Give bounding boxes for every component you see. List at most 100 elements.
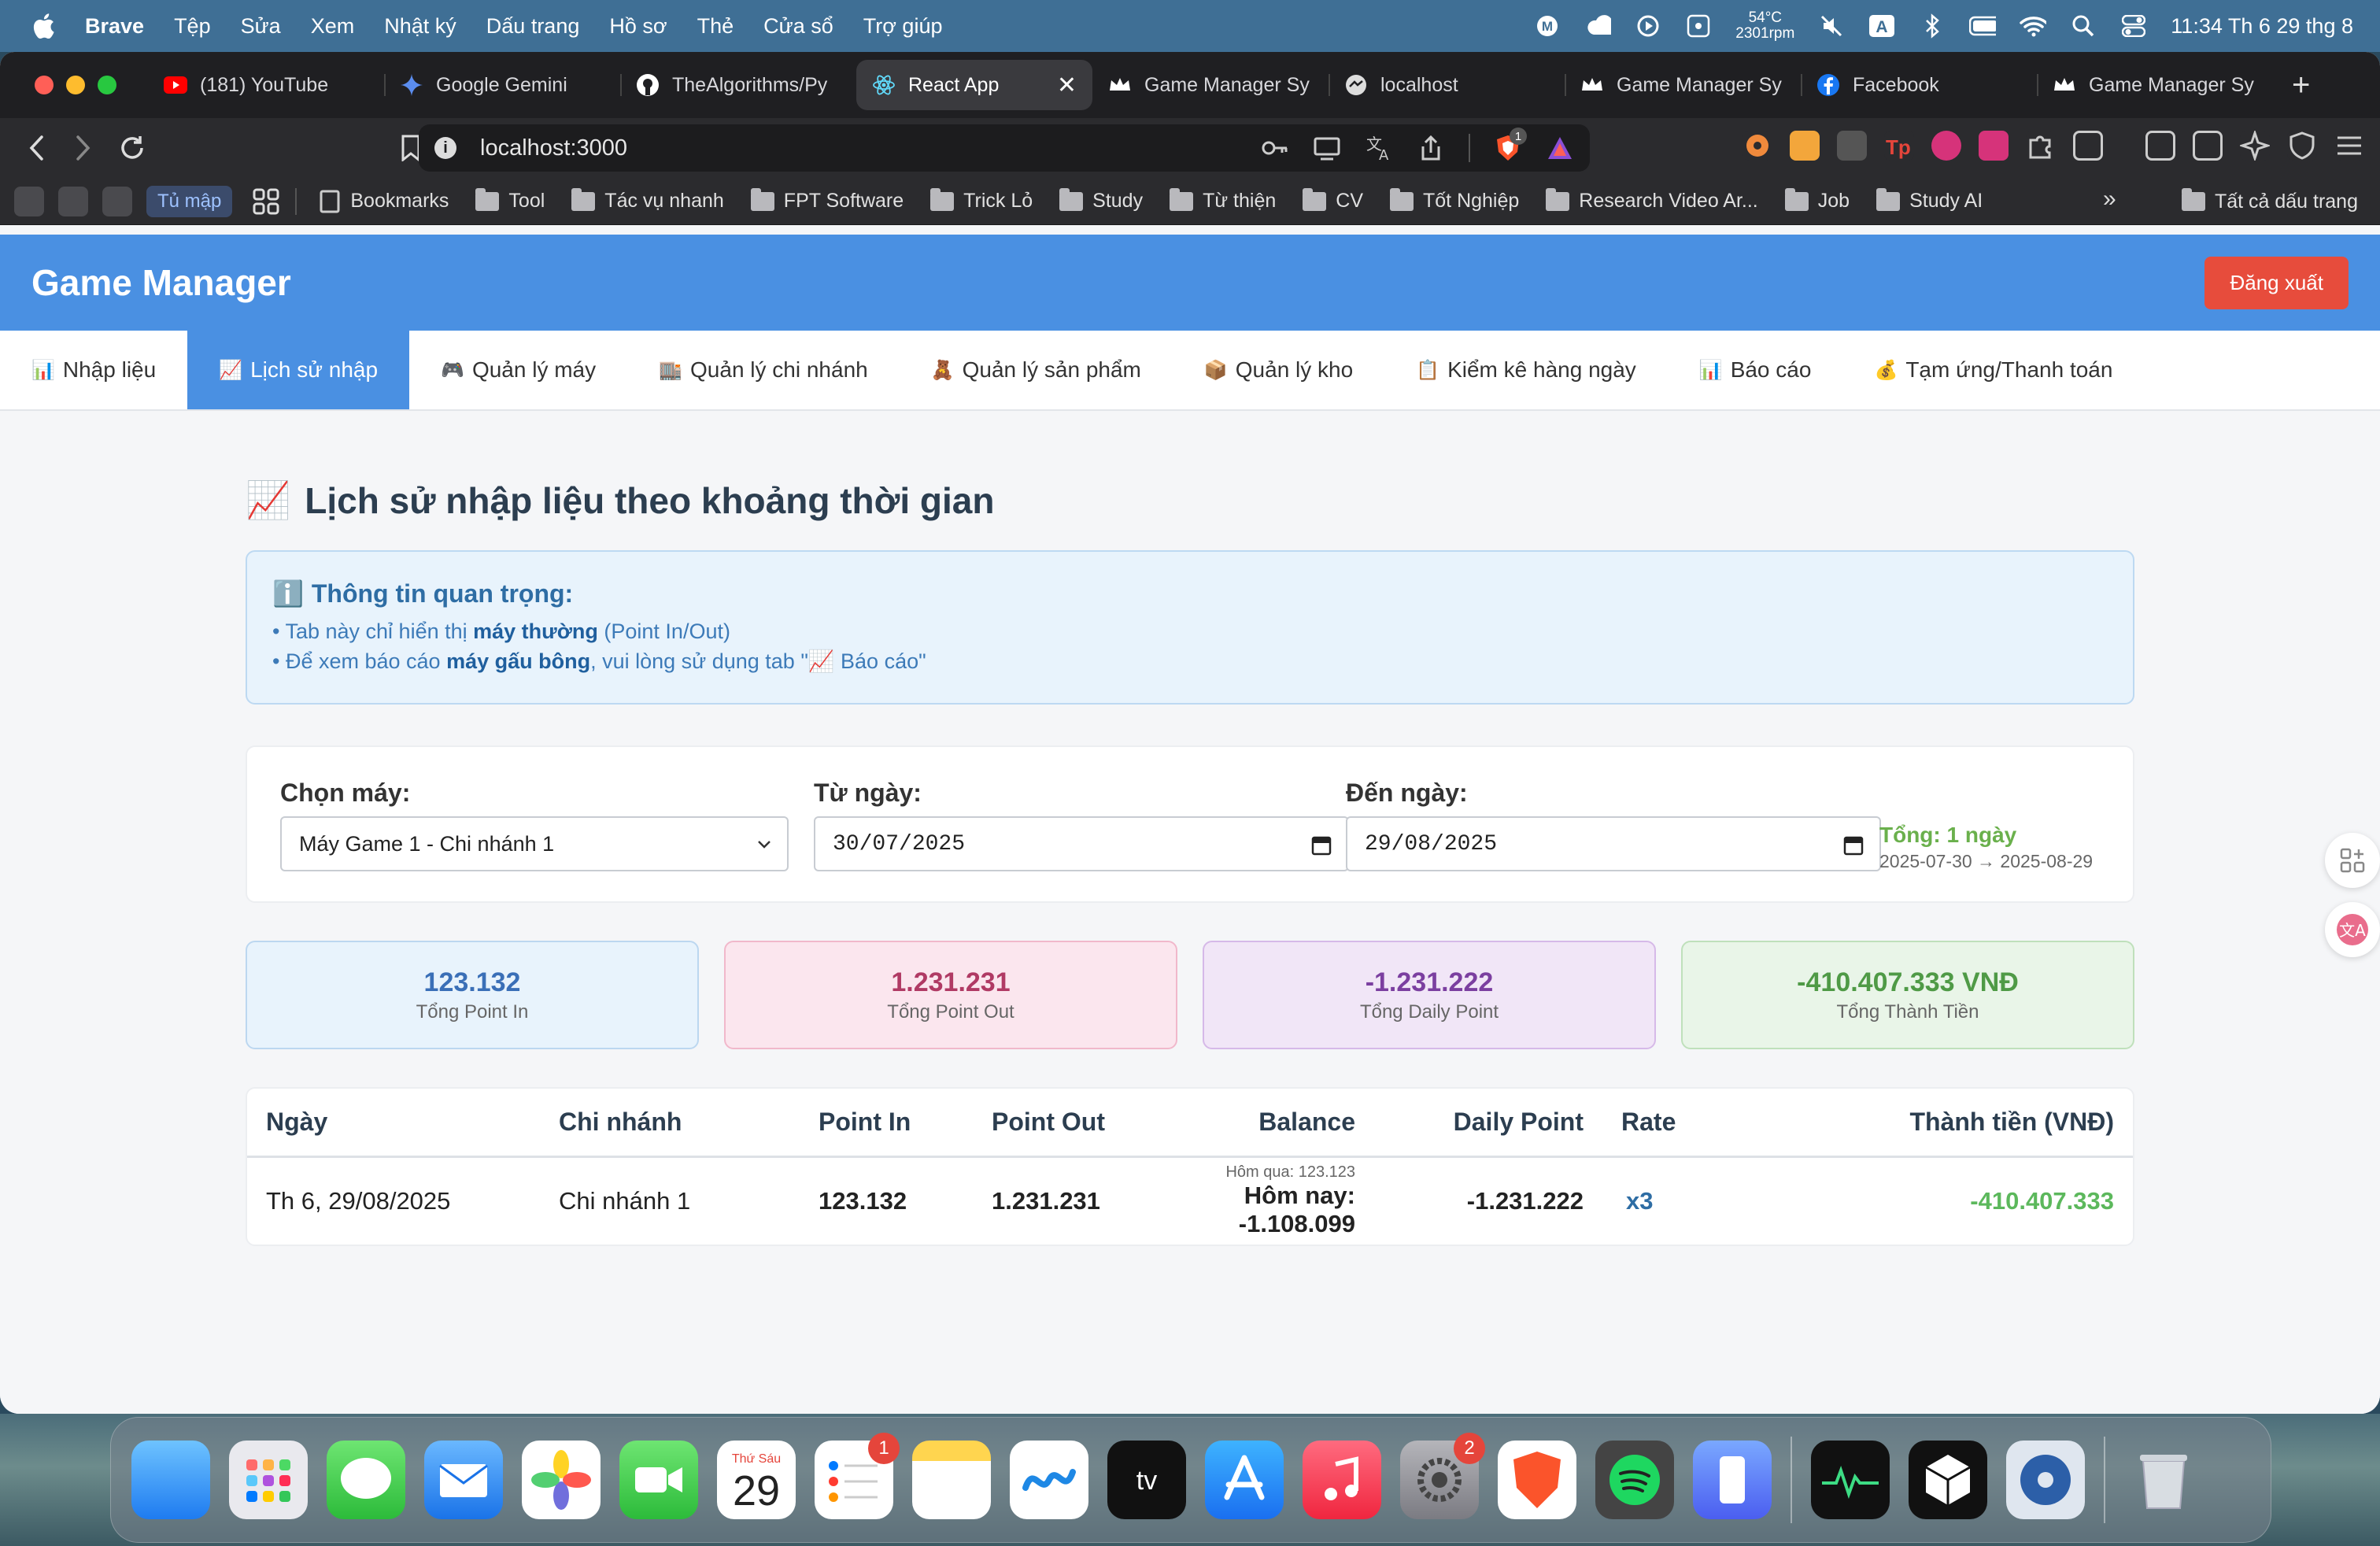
brave-browser-icon[interactable] [1498,1441,1576,1519]
bookmark-folder[interactable]: Job [1784,187,1850,213]
messages-icon[interactable] [327,1441,405,1519]
bookmark-folder[interactable]: Research Video Ar... [1546,187,1758,213]
wifi-icon[interactable] [2020,13,2047,39]
tab-machines[interactable]: 🎮 Quản lý máy [409,331,627,409]
sidebar-toggle-icon[interactable] [2145,131,2175,161]
menu-window[interactable]: Cửa sổ [763,14,833,39]
cast-icon[interactable] [1313,134,1341,162]
disk-utility-icon[interactable] [2006,1441,2085,1519]
extension-glasses-icon[interactable] [1837,131,1867,161]
bookmark-folder[interactable]: Tool [475,187,545,213]
close-window-button[interactable] [35,76,54,94]
translate-icon[interactable]: 文A [1365,134,1393,164]
extensions-puzzle-icon[interactable] [2026,131,2056,161]
tab-advance-payment[interactable]: 💰 Tạm ứng/Thanh toán [1842,331,2144,409]
bookmark-folder[interactable]: CV [1303,187,1363,213]
bookmark-favicon-tile[interactable] [102,186,132,216]
tab-daily-inventory[interactable]: 📋 Kiểm kê hàng ngày [1384,331,1668,409]
machine-select[interactable]: Máy Game 1 - Chi nhánh 1 [280,816,789,871]
cloud-icon[interactable] [1584,13,1612,39]
menu-file[interactable]: Tệp [174,14,211,39]
launchpad-icon[interactable] [229,1441,308,1519]
side-grid-add-icon[interactable] [2325,833,2380,888]
to-date-input[interactable]: 29/08/2025 [1346,816,1881,871]
menu-bookmarks[interactable]: Dấu trang [486,14,580,39]
browser-tab[interactable]: Facebook [1801,60,2037,110]
extension-reel-icon[interactable] [1743,131,1772,161]
bookmark-folder[interactable]: Từ thiện [1170,187,1276,213]
browser-tab[interactable]: Game Manager Sy [2037,60,2273,110]
address-bar[interactable]: i localhost:3000 文A 1 [419,124,1590,172]
fan-icon[interactable] [1685,13,1712,39]
bookmark-folder[interactable]: Study AI [1876,187,1983,213]
browser-tab[interactable]: (181) YouTube [148,60,384,110]
side-translate-icon[interactable]: 文A [2325,902,2380,957]
notes-icon[interactable] [912,1441,991,1519]
menu-edit[interactable]: Sửa [241,14,281,39]
forward-arrow-icon[interactable] [66,131,101,165]
freeform-icon[interactable] [1010,1441,1088,1519]
menu-app-name[interactable]: Brave [85,14,144,39]
bookmark-folder[interactable]: Tác vụ nhanh [571,187,724,213]
bookmark-tu-map[interactable]: Tủ mập [146,185,233,217]
menu-history[interactable]: Nhật ký [384,14,456,39]
bookmark-folder[interactable]: Study [1059,187,1143,213]
share-icon[interactable] [1417,134,1445,162]
mute-icon[interactable] [1818,13,1845,39]
battery-icon[interactable] [1969,13,1997,39]
tab-warehouse[interactable]: 📦 Quản lý kho [1173,331,1384,409]
address-url[interactable]: localhost:3000 [480,135,627,161]
site-info-icon[interactable]: i [434,137,456,159]
app-store-icon[interactable] [1205,1441,1284,1519]
music-icon[interactable] [1303,1441,1381,1519]
apps-grid-icon[interactable] [253,188,279,215]
from-date-input[interactable]: 30/07/2025 [814,816,1349,871]
extension-ublock-icon[interactable] [1931,131,1961,161]
bookmark-folder[interactable]: Trick Lỏ [930,187,1033,213]
extension-wallet-icon[interactable] [1790,131,1820,161]
bookmark-folder[interactable]: Tốt Nghiệp [1390,187,1519,213]
menu-view[interactable]: Xem [311,14,355,39]
control-center-icon[interactable] [2120,13,2147,39]
menu-profiles[interactable]: Hồ sơ [609,14,667,39]
brave-shields-icon[interactable]: 1 [1494,128,1527,162]
bookmarks-overflow-button[interactable]: » [2103,186,2116,213]
spotlight-search-icon[interactable] [2070,13,2097,39]
play-circle-icon[interactable] [1635,13,1661,39]
bluetooth-icon[interactable] [1919,13,1946,39]
calendar-icon[interactable] [1843,834,1864,856]
minimize-window-button[interactable] [66,76,85,94]
browser-tab[interactable]: Google Gemini [384,60,620,110]
reminders-icon[interactable]: 1 [815,1433,900,1519]
extension-tp-icon[interactable]: Tp [1884,131,1914,161]
vpn-shield-icon[interactable] [2287,131,2317,161]
new-tab-icon[interactable]: + [2292,68,2310,103]
finder-icon[interactable] [131,1441,210,1519]
wallet-icon[interactable] [2193,131,2223,161]
input-source-icon[interactable]: A [1868,13,1895,39]
system-settings-icon[interactable]: 2 [1400,1433,1485,1519]
browser-tab[interactable]: Game Manager Sy [1565,60,1801,110]
cube-app-icon[interactable] [1909,1441,1987,1519]
browser-tab[interactable]: Game Manager Sy [1092,60,1329,110]
mail-icon[interactable] [424,1441,503,1519]
key-icon[interactable] [1261,134,1289,162]
spotify-icon[interactable] [1595,1441,1674,1519]
tab-products[interactable]: 🧸 Quản lý sản phẩm [900,331,1173,409]
hamburger-menu-icon[interactable] [2334,131,2364,161]
photos-icon[interactable] [522,1441,601,1519]
m-circle-icon[interactable]: M [1534,13,1561,39]
bookmark-favicon-tile[interactable] [14,186,44,216]
calendar-icon[interactable] [1311,834,1332,856]
activity-monitor-icon[interactable] [1811,1441,1890,1519]
close-tab-icon[interactable]: ✕ [1057,72,1077,99]
bookmark-folder[interactable]: FPT Software [750,187,904,213]
logout-button[interactable]: Đăng xuất [2204,256,2349,309]
calendar-icon[interactable]: Thứ Sáu 29 [717,1441,796,1519]
facetime-icon[interactable] [619,1441,698,1519]
browser-tab[interactable]: localhost [1329,60,1565,110]
all-bookmarks-folder[interactable]: Tất cả dấu trang [2181,178,2358,225]
trash-icon[interactable] [2124,1441,2203,1519]
apple-logo-icon[interactable] [31,13,55,39]
menu-help[interactable]: Trợ giúp [863,14,943,39]
